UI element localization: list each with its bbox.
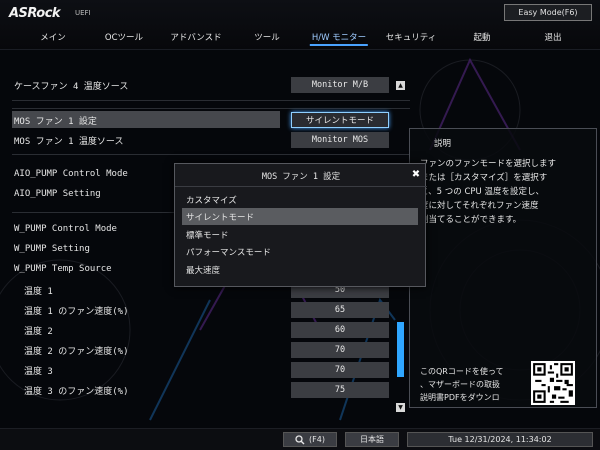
qr-code-icon xyxy=(531,361,575,405)
qr-description: このQRコードを使って 、マザーボードの取扱 説明書PDFをダウンロ xyxy=(420,365,530,404)
tab-oc-tools[interactable]: OCツール xyxy=(105,31,143,43)
setting-label: MOS ファン 1 温度ソース xyxy=(14,137,124,147)
setting-temp2-speed[interactable]: 温度 2 のファン速度(%) 70 xyxy=(0,340,410,360)
setting-temp3-speed[interactable]: 温度 3 のファン速度(%) 75 xyxy=(0,380,410,400)
setting-label: 温度 1 のファン速度(%) xyxy=(24,307,129,317)
tab-security[interactable]: セキュリティ xyxy=(386,31,437,43)
easy-mode-button[interactable]: Easy Mode(F6) xyxy=(504,4,592,21)
search-shortcut-label: (F4) xyxy=(309,435,325,444)
popup-option-full-speed[interactable]: 最大速度 xyxy=(182,261,418,278)
setting-value[interactable]: 75 xyxy=(291,382,389,398)
popup-option-customize[interactable]: カスタマイズ xyxy=(182,191,418,208)
setting-label: 温度 2 のファン速度(%) xyxy=(24,347,129,357)
close-icon[interactable]: ✖ xyxy=(410,168,422,180)
tab-exit[interactable]: 退出 xyxy=(544,31,561,43)
setting-label: 温度 2 xyxy=(24,327,53,337)
setting-value[interactable]: 70 xyxy=(291,342,389,358)
setting-value[interactable]: Monitor M/B xyxy=(291,77,389,93)
top-bar: ASRock UEFI Easy Mode(F6) メイン OCツール アドバン… xyxy=(0,0,600,50)
tab-tools[interactable]: ツール xyxy=(254,31,280,43)
setting-label: MOS ファン 1 設定 xyxy=(14,117,97,127)
popup-title: MOS ファン 1 設定 xyxy=(261,172,341,182)
scrollbar-thumb[interactable] xyxy=(397,322,404,377)
setting-label: AIO_PUMP Setting xyxy=(14,189,101,199)
footer-bar: (F4) 日本語 Tue 12/31/2024, 11:34:02 xyxy=(0,428,600,450)
setting-label: AIO_PUMP Control Mode xyxy=(14,169,128,179)
search-button[interactable]: (F4) xyxy=(283,432,337,447)
uefi-label: UEFI xyxy=(75,9,91,17)
description-line: と、5 つの CPU 温度を設定し、 xyxy=(420,187,544,197)
setting-case-fan4-source[interactable]: ケースファン 4 温度ソース Monitor M/B xyxy=(0,75,410,95)
setting-value[interactable]: 70 xyxy=(291,362,389,378)
description-title: 説明 xyxy=(434,139,452,149)
description-line: または［カスタマイズ］を選択す xyxy=(420,173,548,183)
search-icon xyxy=(295,434,305,444)
tab-main[interactable]: メイン xyxy=(40,31,66,43)
qr-line: このQRコードを使って xyxy=(420,367,504,376)
asrock-logo: ASRock xyxy=(9,6,61,21)
setting-label: 温度 3 xyxy=(24,367,53,377)
popup-option-standard[interactable]: 標準モード xyxy=(182,226,418,243)
divider xyxy=(175,186,427,187)
description-panel: 説明 ファンのファンモードを選択します または［カスタマイズ］を選択す と、5 … xyxy=(409,128,597,408)
setting-label: 温度 3 のファン速度(%) xyxy=(24,387,129,397)
language-button[interactable]: 日本語 xyxy=(345,432,399,447)
setting-value[interactable]: Monitor MOS xyxy=(291,132,389,148)
setting-label: ケースファン 4 温度ソース xyxy=(14,82,129,92)
scroll-down-arrow-icon[interactable]: ▼ xyxy=(396,403,405,412)
setting-label: W_PUMP Temp Source xyxy=(14,264,112,274)
qr-line: 説明書PDFをダウンロ xyxy=(420,393,500,402)
setting-label: 温度 1 xyxy=(24,287,53,297)
divider xyxy=(12,154,410,155)
setting-temp1-speed[interactable]: 温度 1 のファン速度(%) 65 xyxy=(0,300,410,320)
setting-label: W_PUMP Setting xyxy=(14,244,90,254)
tab-hw-monitor[interactable]: H/W モニター xyxy=(309,31,369,46)
setting-value[interactable]: サイレントモード xyxy=(291,112,389,128)
description-text: ファンのファンモードを選択します または［カスタマイズ］を選択す と、5 つの … xyxy=(420,157,592,227)
description-line: 割当てることができます。 xyxy=(420,215,522,225)
divider xyxy=(12,100,410,101)
description-line: ファンのファンモードを選択します xyxy=(420,159,557,169)
popup-option-silent[interactable]: サイレントモード xyxy=(182,208,418,225)
mos-fan1-popup: MOS ファン 1 設定 ✖ カスタマイズ サイレントモード 標準モード パフォ… xyxy=(174,163,427,287)
setting-mos-fan1[interactable]: MOS ファン 1 設定 サイレントモード xyxy=(0,110,410,130)
setting-value[interactable]: 65 xyxy=(291,302,389,318)
main-tabs: メイン OCツール アドバンスド ツール H/W モニター セキュリティ 起動 … xyxy=(0,27,600,47)
popup-option-performance[interactable]: パフォーマンスモード xyxy=(182,243,418,260)
tab-advanced[interactable]: アドバンスド xyxy=(170,31,221,43)
tab-boot[interactable]: 起動 xyxy=(473,31,490,43)
divider xyxy=(12,108,410,109)
setting-temp3[interactable]: 温度 3 70 xyxy=(0,360,410,380)
setting-label: W_PUMP Control Mode xyxy=(14,224,117,234)
setting-mos-fan1-source[interactable]: MOS ファン 1 温度ソース Monitor MOS xyxy=(0,130,410,150)
setting-temp2[interactable]: 温度 2 60 xyxy=(0,320,410,340)
scroll-up-arrow-icon[interactable]: ▲ xyxy=(396,81,405,90)
setting-value[interactable]: 60 xyxy=(291,322,389,338)
description-line: 度に対してそれぞれファン速度 xyxy=(420,201,539,211)
qr-line: 、マザーボードの取扱 xyxy=(420,380,500,389)
datetime-display: Tue 12/31/2024, 11:34:02 xyxy=(407,432,593,447)
